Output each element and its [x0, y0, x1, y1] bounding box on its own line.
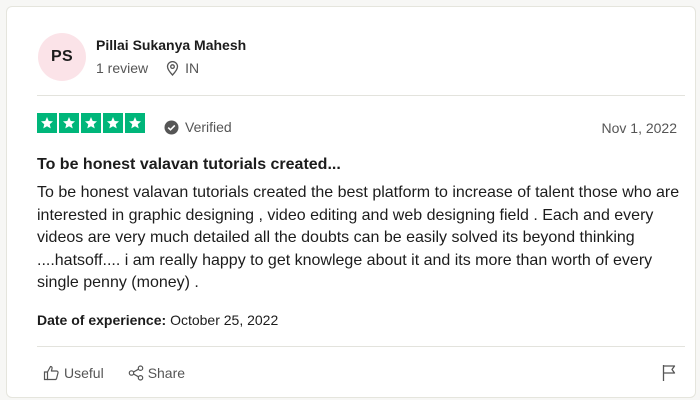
location-code: IN [185, 60, 200, 76]
star-icon [59, 113, 79, 133]
experience-label: Date of experience: [37, 312, 167, 328]
review-date: Nov 1, 2022 [601, 120, 678, 136]
star-icon [37, 113, 57, 133]
share-label: Share [147, 365, 186, 381]
verified-check-icon [164, 120, 179, 134]
report-button[interactable] [661, 364, 677, 387]
review-actions: Useful Share [43, 365, 209, 381]
divider [37, 346, 685, 347]
reviewer-meta: 1 review IN [96, 60, 199, 76]
star-icon [81, 113, 101, 133]
review-card: PS Pillai Sukanya Mahesh 1 review IN Ver… [6, 6, 696, 398]
reviewer-location: IN [166, 60, 199, 76]
divider [37, 95, 685, 96]
avatar[interactable]: PS [38, 33, 86, 81]
flag-icon [662, 365, 676, 381]
experience-date: October 25, 2022 [170, 312, 279, 328]
thumbs-up-icon [43, 365, 59, 381]
review-body: To be honest valavan tutorials created t… [37, 184, 680, 291]
verified-label: Verified [185, 119, 232, 135]
star-icon [125, 113, 145, 133]
date-of-experience: Date of experience: October 25, 2022 [37, 312, 278, 328]
useful-label: Useful [64, 365, 104, 381]
verified-badge[interactable]: Verified [164, 119, 232, 135]
useful-button[interactable]: Useful [43, 365, 104, 381]
location-pin-icon [166, 60, 179, 76]
reviewer-name[interactable]: Pillai Sukanya Mahesh [96, 37, 246, 53]
share-button[interactable]: Share [128, 365, 185, 381]
star-icon [103, 113, 123, 133]
review-title[interactable]: To be honest valavan tutorials created..… [37, 156, 341, 174]
share-icon [128, 365, 143, 381]
review-count: 1 review [96, 60, 149, 76]
star-rating [37, 113, 145, 133]
avatar-initials: PS [51, 48, 73, 65]
